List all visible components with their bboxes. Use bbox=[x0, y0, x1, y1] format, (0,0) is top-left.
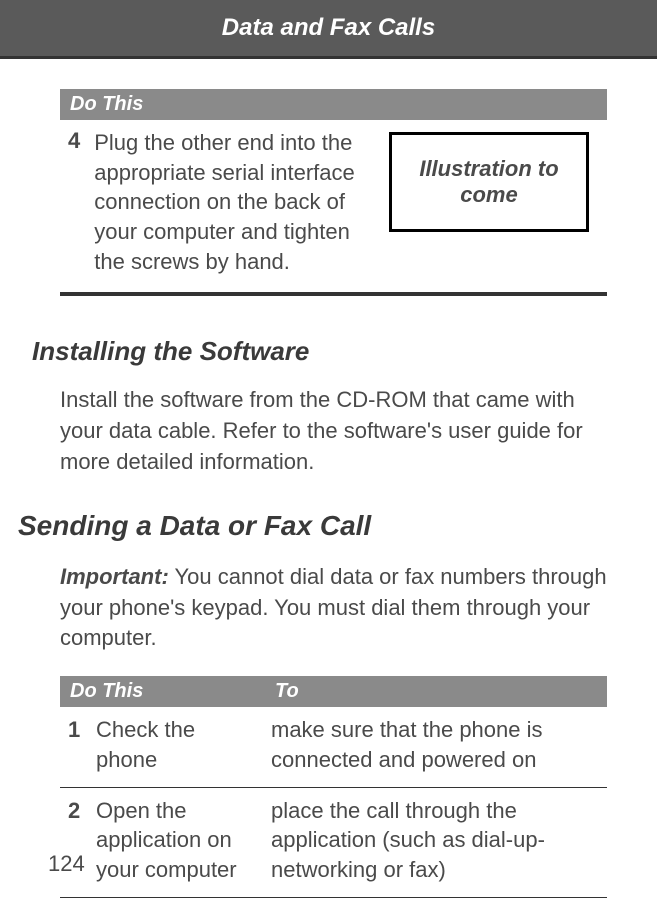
page-content: Do This 4 Plug the other end into the ap… bbox=[0, 59, 657, 898]
table2-row-num: 1 bbox=[68, 715, 96, 774]
page-number: 124 bbox=[48, 851, 85, 877]
table1-header-label: Do This bbox=[70, 93, 143, 115]
illustration-placeholder: Illustration to come bbox=[389, 132, 589, 232]
install-paragraph: Install the software from the CD-ROM tha… bbox=[60, 385, 607, 477]
table2-row-purpose: make sure that the phone is connected an… bbox=[271, 715, 599, 774]
important-label: Important: bbox=[60, 564, 169, 589]
table2-row-action: Open the application on your computer bbox=[96, 796, 271, 885]
install-heading: Installing the Software bbox=[32, 336, 607, 367]
page-title: Data and Fax Calls bbox=[222, 14, 435, 41]
table2-row-purpose: place the call through the application (… bbox=[271, 796, 599, 885]
table2-row: 1 Check the phone make sure that the pho… bbox=[60, 707, 607, 787]
table2-row: 2 Open the application on your computer … bbox=[60, 788, 607, 898]
important-paragraph: Important: You cannot dial data or fax n… bbox=[60, 562, 607, 654]
page-header: Data and Fax Calls bbox=[0, 0, 657, 59]
step-number: 4 bbox=[68, 128, 94, 276]
table2-header-col1: Do This bbox=[70, 680, 275, 703]
table1-row: 4 Plug the other end into the appropriat… bbox=[60, 120, 607, 294]
table2-row-action: Check the phone bbox=[96, 715, 271, 774]
sending-heading: Sending a Data or Fax Call bbox=[18, 510, 607, 542]
table2-header-col2: To bbox=[275, 680, 597, 703]
table1-header: Do This bbox=[60, 89, 607, 120]
table2-header: Do This To bbox=[60, 676, 607, 707]
step-text: Plug the other end into the appropriate … bbox=[94, 128, 389, 276]
